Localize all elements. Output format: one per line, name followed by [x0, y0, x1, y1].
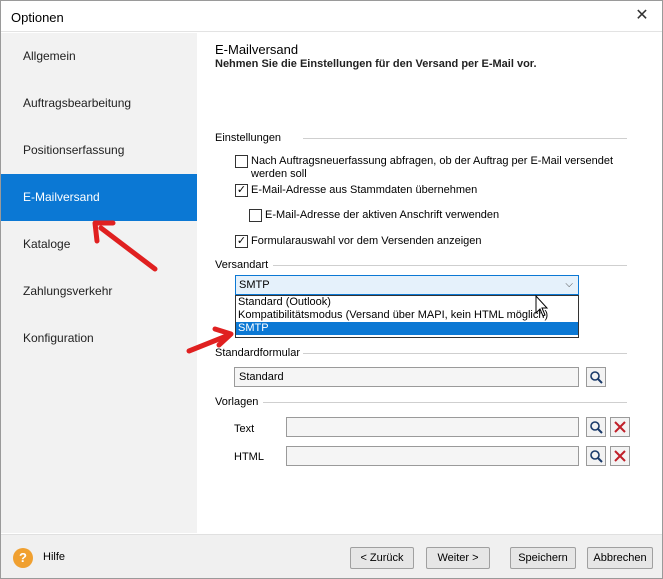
main-panel: E-Mailversand Nehmen Sie die Einstellung…: [197, 33, 662, 533]
sidebar-item-kataloge[interactable]: Kataloge: [1, 221, 197, 268]
page-subtitle: Nehmen Sie die Einstellungen für den Ver…: [215, 58, 537, 70]
dropdown-option-standard[interactable]: Standard (Outlook): [236, 296, 578, 309]
back-button[interactable]: < Zurück: [350, 547, 414, 569]
magnifier-icon: [590, 450, 603, 463]
vorlagen-html-search-button[interactable]: [586, 446, 606, 466]
chevron-down-icon: ⌵: [565, 279, 573, 290]
vorlagen-text-delete-button[interactable]: [610, 417, 630, 437]
magnifier-icon: [590, 421, 603, 434]
magnifier-icon: [590, 371, 603, 384]
sidebar-item-auftragsbearbeitung[interactable]: Auftragsbearbeitung: [1, 80, 197, 127]
cancel-button[interactable]: Abbrechen: [587, 547, 653, 569]
vorlagen-html-label: HTML: [234, 451, 264, 463]
versandart-section-label: Versandart: [215, 259, 269, 271]
sidebar-item-konfiguration[interactable]: Konfiguration: [1, 315, 197, 362]
versandart-selected-value: SMTP: [239, 279, 270, 291]
checkbox-label: E-Mail-Adresse aus Stammdaten übernehmen: [251, 184, 478, 196]
sidebar-item-allgemein[interactable]: Allgemein: [1, 33, 197, 80]
options-dialog: Optionen ✕ Allgemein Auftragsbearbeitung…: [0, 0, 663, 579]
checkbox-active-address[interactable]: [249, 209, 262, 222]
red-x-icon: [614, 450, 626, 462]
checkbox-label: E-Mail-Adresse der aktiven Anschrift ver…: [265, 209, 500, 221]
next-button[interactable]: Weiter >: [426, 547, 490, 569]
sidebar: Allgemein Auftragsbearbeitung Positionse…: [1, 33, 197, 533]
checkbox-label: Formularauswahl vor dem Versenden anzeig…: [251, 235, 482, 247]
vorlagen-section-label: Vorlagen: [215, 396, 259, 408]
dropdown-option-kompatibilitaet[interactable]: Kompatibilitätsmodus (Versand über MAPI,…: [236, 309, 578, 322]
standardformular-divider: [303, 353, 627, 354]
help-label[interactable]: Hilfe: [43, 551, 65, 563]
standardformular-section-label: Standardformular: [215, 347, 300, 359]
sidebar-item-positionserfassung[interactable]: Positionserfassung: [1, 127, 197, 174]
settings-divider: [303, 138, 627, 139]
settings-section-label: Einstellungen: [215, 132, 282, 144]
title-bar: Optionen ✕: [1, 1, 662, 32]
save-button[interactable]: Speichern: [510, 547, 576, 569]
close-icon[interactable]: ✕: [632, 6, 652, 26]
standardformular-field[interactable]: Standard: [234, 367, 579, 387]
sidebar-item-e-mailversand[interactable]: E-Mailversand: [1, 174, 197, 221]
vorlagen-html-delete-button[interactable]: [610, 446, 630, 466]
standardformular-search-button[interactable]: [586, 367, 606, 387]
vorlagen-html-field[interactable]: [286, 446, 579, 466]
vorlagen-text-search-button[interactable]: [586, 417, 606, 437]
footer-bar: ? Hilfe < Zurück Weiter > Speichern Abbr…: [1, 534, 662, 578]
sidebar-item-zahlungsverkehr[interactable]: Zahlungsverkehr: [1, 268, 197, 315]
versandart-divider: [273, 265, 627, 266]
question-icon[interactable]: ?: [13, 548, 33, 568]
vorlagen-divider: [263, 402, 627, 403]
checkbox-ask-after-order[interactable]: [235, 155, 248, 168]
window-title: Optionen: [11, 10, 64, 25]
vorlagen-text-field[interactable]: [286, 417, 579, 437]
red-x-icon: [614, 421, 626, 433]
versandart-dropdown-list: Standard (Outlook) Kompatibilitätsmodus …: [235, 295, 579, 338]
dropdown-option-smtp[interactable]: SMTP: [236, 322, 578, 335]
versandart-select[interactable]: SMTP ⌵: [235, 275, 579, 295]
checkbox-form-selection[interactable]: ✓: [235, 235, 248, 248]
page-title: E-Mailversand: [215, 42, 299, 57]
vorlagen-text-label: Text: [234, 423, 255, 435]
checkbox-email-from-master[interactable]: ✓: [235, 184, 248, 197]
checkbox-label: Nach Auftragsneuerfassung abfragen, ob d…: [251, 155, 613, 180]
